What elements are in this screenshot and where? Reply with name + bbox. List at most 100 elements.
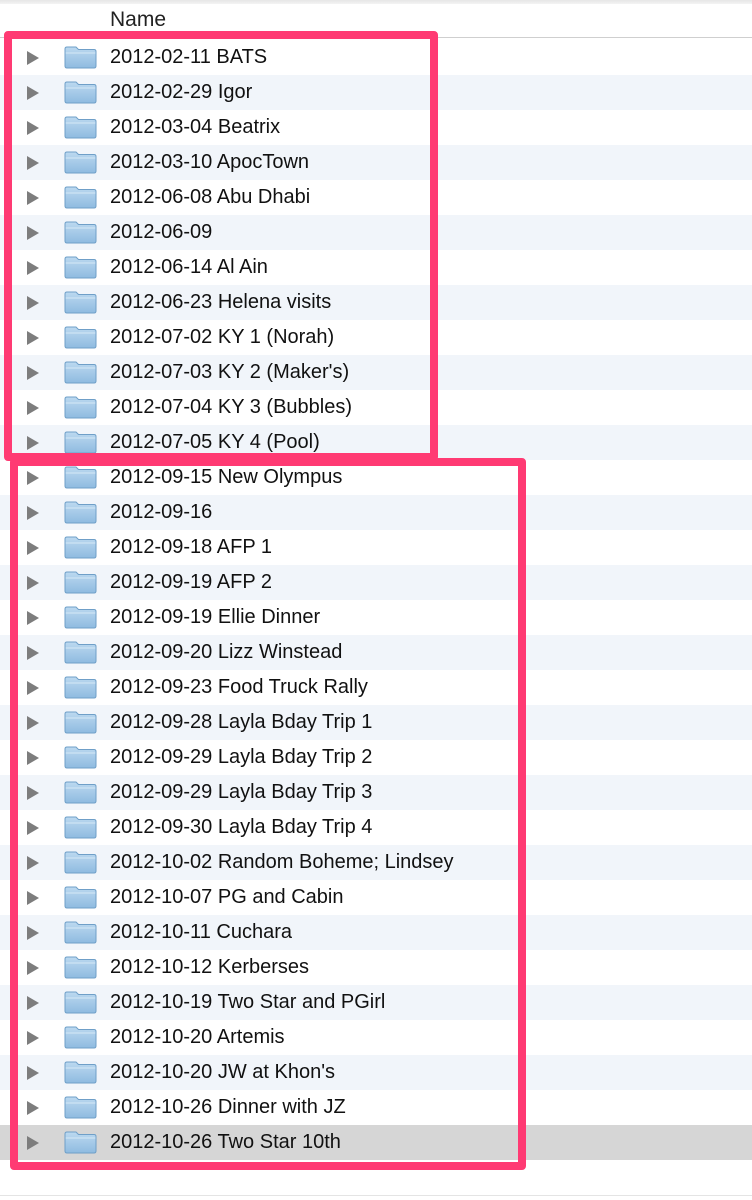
folder-name: 2012-06-23 Helena visits <box>110 291 332 313</box>
folder-icon <box>64 536 97 559</box>
folder-icon <box>64 81 97 104</box>
folder-icon <box>64 886 97 909</box>
folder-icon <box>64 991 97 1014</box>
disclosure-triangle-icon[interactable] <box>27 961 39 975</box>
disclosure-triangle-icon[interactable] <box>27 121 39 135</box>
disclosure-triangle-icon[interactable] <box>27 191 39 205</box>
folder-name: 2012-09-16 <box>110 501 213 523</box>
disclosure-triangle-icon[interactable] <box>27 86 39 100</box>
folder-icon <box>64 221 97 244</box>
list-item[interactable]: 2012-06-14 Al Ain <box>0 250 752 285</box>
list-item[interactable]: 2012-02-11 BATS <box>0 40 752 75</box>
disclosure-triangle-icon[interactable] <box>27 681 39 695</box>
list-item[interactable]: 2012-09-29 Layla Bday Trip 3 <box>0 775 752 810</box>
list-item[interactable]: 2012-07-04 KY 3 (Bubbles) <box>0 390 752 425</box>
folder-name: 2012-10-11 Cuchara <box>110 921 292 943</box>
folder-name: 2012-09-19 AFP 2 <box>110 571 272 593</box>
folder-icon <box>64 116 97 139</box>
list-item[interactable]: 2012-09-23 Food Truck Rally <box>0 670 752 705</box>
list-item[interactable]: 2012-06-08 Abu Dhabi <box>0 180 752 215</box>
disclosure-triangle-icon[interactable] <box>27 821 39 835</box>
disclosure-triangle-icon[interactable] <box>27 611 39 625</box>
disclosure-triangle-icon[interactable] <box>27 226 39 240</box>
folder-icon <box>64 1061 97 1084</box>
list-item[interactable]: 2012-10-12 Kerberses <box>0 950 752 985</box>
disclosure-triangle-icon[interactable] <box>27 1101 39 1115</box>
disclosure-triangle-icon[interactable] <box>27 401 39 415</box>
list-item[interactable]: 2012-09-19 Ellie Dinner <box>0 600 752 635</box>
list-item[interactable]: 2012-09-16 <box>0 495 752 530</box>
list-item[interactable]: 2012-10-02 Random Boheme; Lindsey <box>0 845 752 880</box>
disclosure-triangle-icon[interactable] <box>27 1136 39 1150</box>
disclosure-triangle-icon[interactable] <box>27 436 39 450</box>
disclosure-triangle-icon[interactable] <box>27 51 39 65</box>
disclosure-triangle-icon[interactable] <box>27 1031 39 1045</box>
list-item[interactable]: 2012-09-28 Layla Bday Trip 1 <box>0 705 752 740</box>
disclosure-triangle-icon[interactable] <box>27 541 39 555</box>
folder-icon <box>64 781 97 804</box>
disclosure-triangle-icon[interactable] <box>27 296 39 310</box>
list-item[interactable]: 2012-06-09 <box>0 215 752 250</box>
disclosure-triangle-icon[interactable] <box>27 156 39 170</box>
disclosure-triangle-icon[interactable] <box>27 891 39 905</box>
disclosure-triangle-icon[interactable] <box>27 751 39 765</box>
folder-name: 2012-09-23 Food Truck Rally <box>110 676 368 698</box>
folder-name: 2012-07-05 KY 4 (Pool) <box>110 431 320 453</box>
disclosure-triangle-icon[interactable] <box>27 1066 39 1080</box>
header-top-border <box>0 0 752 4</box>
disclosure-triangle-icon[interactable] <box>27 506 39 520</box>
list-item[interactable]: 2012-10-26 Two Star 10th <box>0 1125 752 1160</box>
disclosure-triangle-icon[interactable] <box>27 996 39 1010</box>
disclosure-triangle-icon[interactable] <box>27 926 39 940</box>
folder-icon <box>64 606 97 629</box>
disclosure-triangle-icon[interactable] <box>27 366 39 380</box>
disclosure-triangle-icon[interactable] <box>27 786 39 800</box>
list-item[interactable]: 2012-07-03 KY 2 (Maker's) <box>0 355 752 390</box>
folder-name: 2012-10-20 Artemis <box>110 1026 285 1048</box>
folder-icon <box>64 851 97 874</box>
list-item[interactable]: 2012-10-20 JW at Khon's <box>0 1055 752 1090</box>
folder-name: 2012-07-03 KY 2 (Maker's) <box>110 361 350 383</box>
disclosure-triangle-icon[interactable] <box>27 716 39 730</box>
disclosure-triangle-icon[interactable] <box>27 471 39 485</box>
list-item[interactable]: 2012-09-15 New Olympus <box>0 460 752 495</box>
disclosure-triangle-icon[interactable] <box>27 261 39 275</box>
list-item[interactable]: 2012-09-20 Lizz Winstead <box>0 635 752 670</box>
folder-icon <box>64 641 97 664</box>
list-item[interactable]: 2012-10-07 PG and Cabin <box>0 880 752 915</box>
list-item[interactable]: 2012-03-04 Beatrix <box>0 110 752 145</box>
folder-icon <box>64 1026 97 1049</box>
disclosure-triangle-icon[interactable] <box>27 646 39 660</box>
header-divider <box>0 37 752 38</box>
list-item[interactable]: 2012-06-23 Helena visits <box>0 285 752 320</box>
list-item[interactable]: 2012-09-30 Layla Bday Trip 4 <box>0 810 752 845</box>
list-item[interactable]: 2012-02-29 Igor <box>0 75 752 110</box>
list-item[interactable]: 2012-09-19 AFP 2 <box>0 565 752 600</box>
folder-name: 2012-09-15 New Olympus <box>110 466 343 488</box>
folder-name: 2012-03-04 Beatrix <box>110 116 281 138</box>
folder-icon <box>64 1131 97 1154</box>
list-item[interactable]: 2012-10-19 Two Star and PGirl <box>0 985 752 1020</box>
folder-name: 2012-09-29 Layla Bday Trip 3 <box>110 781 373 803</box>
disclosure-triangle-icon[interactable] <box>27 856 39 870</box>
list-item[interactable]: 2012-09-18 AFP 1 <box>0 530 752 565</box>
list-item[interactable]: 2012-03-10 ApocTown <box>0 145 752 180</box>
list-bottom-divider <box>0 1195 752 1196</box>
folder-name: 2012-09-30 Layla Bday Trip 4 <box>110 816 373 838</box>
list-item[interactable]: 2012-09-29 Layla Bday Trip 2 <box>0 740 752 775</box>
list-item[interactable]: 2012-07-02 KY 1 (Norah) <box>0 320 752 355</box>
disclosure-triangle-icon[interactable] <box>27 576 39 590</box>
folder-icon <box>64 396 97 419</box>
folder-name: 2012-06-09 <box>110 221 213 243</box>
list-item[interactable]: 2012-10-26 Dinner with JZ <box>0 1090 752 1125</box>
list-item[interactable]: 2012-07-05 KY 4 (Pool) <box>0 425 752 460</box>
name-column-header[interactable]: Name <box>110 8 166 32</box>
list-item[interactable]: 2012-10-11 Cuchara <box>0 915 752 950</box>
folder-icon <box>64 256 97 279</box>
folder-icon <box>64 746 97 769</box>
folder-name: 2012-10-26 Dinner with JZ <box>110 1096 346 1118</box>
list-item[interactable]: 2012-10-20 Artemis <box>0 1020 752 1055</box>
disclosure-triangle-icon[interactable] <box>27 331 39 345</box>
folder-name: 2012-02-11 BATS <box>110 46 268 68</box>
file-list: 2012-02-11 BATS 2012-02-29 Igor 2012-03-… <box>0 40 752 1160</box>
